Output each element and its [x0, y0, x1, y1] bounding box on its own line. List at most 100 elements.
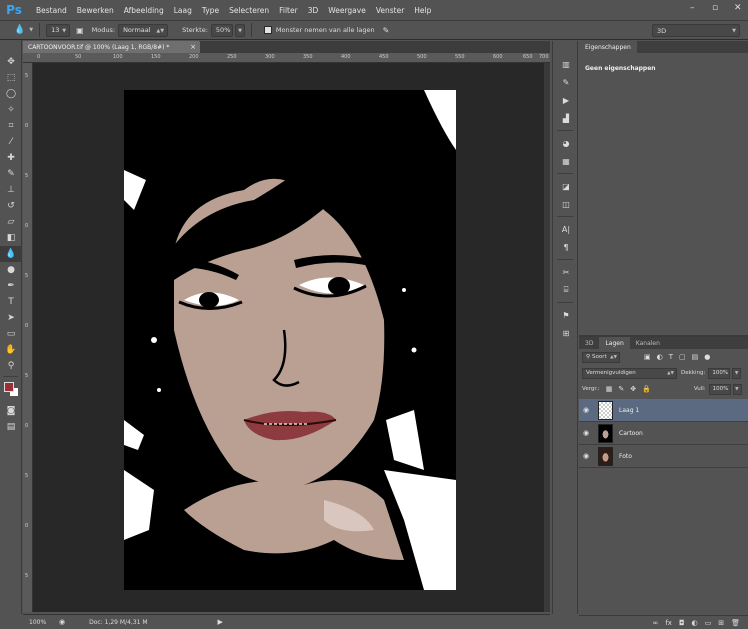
horizontal-ruler[interactable]: 0 50 100 150 200 250 300 350 400 450 500… — [23, 53, 550, 63]
blur-tool-preset-icon[interactable]: 💧 — [14, 25, 25, 35]
lasso-tool-icon[interactable]: ◯ — [0, 86, 22, 102]
actions-panel-icon[interactable]: ▶ — [553, 91, 579, 109]
opacity-slider-toggle[interactable]: ▼ — [732, 367, 742, 379]
cartoon-portrait-image[interactable] — [124, 90, 456, 590]
filter-smart-object-icon[interactable]: ▤ — [692, 353, 699, 361]
menu-selecteren[interactable]: Selecteren — [224, 6, 274, 15]
path-selection-tool-icon[interactable]: ➤ — [0, 310, 22, 326]
zoom-tool-icon[interactable]: ⚲ — [0, 358, 22, 374]
pressure-icon[interactable]: ✎ — [383, 26, 390, 35]
tool-presets-icon[interactable]: ✂ — [553, 263, 579, 281]
fill-slider-toggle[interactable]: ▼ — [732, 383, 742, 395]
brush-panel-icon[interactable]: ▣ — [76, 26, 84, 35]
lock-all-icon[interactable]: 🔒 — [642, 385, 651, 393]
history-brush-tool-icon[interactable]: ↺ — [0, 198, 22, 214]
quick-select-tool-icon[interactable]: ✧ — [0, 102, 22, 118]
eye-icon[interactable]: ◉ — [579, 429, 593, 437]
filter-type-icon[interactable]: T — [669, 353, 673, 361]
vertical-ruler[interactable]: 5 0 5 0 5 0 5 0 5 0 5 — [23, 63, 33, 612]
lock-transparency-icon[interactable]: ▦ — [606, 385, 613, 393]
character-panel-icon[interactable]: A| — [553, 220, 579, 238]
healing-brush-tool-icon[interactable]: ✚ — [0, 150, 22, 166]
vertical-scrollbar[interactable] — [544, 63, 550, 612]
filter-shape-icon[interactable]: ▢ — [679, 353, 686, 361]
menu-bestand[interactable]: Bestand — [31, 6, 72, 15]
tab-channels[interactable]: Kanalen — [630, 337, 666, 349]
histogram-panel-icon[interactable]: ▟ — [553, 109, 579, 127]
dodge-tool-icon[interactable]: ● — [0, 262, 22, 278]
quick-mask-icon[interactable]: ◙ — [0, 403, 22, 419]
swatches-panel-icon[interactable]: ▦ — [553, 152, 579, 170]
color-panel-icon[interactable]: ◕ — [553, 134, 579, 152]
menu-filter[interactable]: Filter — [274, 6, 303, 15]
strength-field[interactable]: 50% — [210, 23, 233, 37]
blur-tool-icon[interactable]: 💧 — [0, 246, 22, 262]
fill-field[interactable]: 100% — [708, 383, 731, 395]
eye-icon[interactable]: ◉ — [579, 406, 593, 414]
eraser-tool-icon[interactable]: ▱ — [0, 214, 22, 230]
crop-tool-icon[interactable]: ⌗ — [0, 118, 22, 134]
adjustments-panel-icon[interactable]: ◪ — [553, 177, 579, 195]
filter-pixel-icon[interactable]: ▣ — [644, 353, 651, 361]
new-group-icon[interactable]: ▭ — [705, 619, 712, 627]
gradient-tool-icon[interactable]: ◧ — [0, 230, 22, 246]
close-tab-icon[interactable]: × — [190, 43, 196, 51]
type-tool-icon[interactable]: T — [0, 294, 22, 310]
move-tool-icon[interactable]: ✥ — [0, 54, 22, 70]
document-tab[interactable]: CARTOONVOOR.tif @ 100% (Laag 1, RGB/8#) … — [23, 41, 200, 53]
blend-mode-dropdown[interactable]: Vermenigvuldigen ▲▼ — [582, 367, 677, 379]
marquee-tool-icon[interactable]: ⬚ — [0, 70, 22, 86]
menu-3d[interactable]: 3D — [303, 6, 324, 15]
status-menu-icon[interactable]: ◉ — [59, 618, 65, 626]
clone-stamp-tool-icon[interactable]: ⊥ — [0, 182, 22, 198]
layer-row-laag-1[interactable]: ◉ Laag 1 — [579, 399, 748, 422]
menu-afbeelding[interactable]: Afbeelding — [119, 6, 169, 15]
clone-source-icon[interactable]: ⌸ — [553, 281, 579, 299]
history-panel-icon[interactable]: ▥ — [553, 55, 579, 73]
color-swatches[interactable] — [0, 379, 22, 403]
maximize-icon[interactable]: ▫ — [712, 4, 720, 13]
lock-pixels-icon[interactable]: ✎ — [618, 385, 624, 393]
zoom-level-field[interactable]: 100% — [29, 619, 59, 626]
brushes-panel-icon[interactable]: ✎ — [553, 73, 579, 91]
delete-layer-icon[interactable]: 🗑 — [731, 619, 740, 627]
tab-properties[interactable]: Eigenschappen — [579, 41, 637, 53]
lock-position-icon[interactable]: ✥ — [630, 385, 636, 393]
brush-size-picker[interactable]: 13 ▼ — [46, 23, 71, 37]
menu-help[interactable]: Help — [409, 6, 436, 15]
menu-bewerken[interactable]: Bewerken — [72, 6, 119, 15]
paragraph-panel-icon[interactable]: ¶ — [553, 238, 579, 256]
paths-panel-icon[interactable]: ⊞ — [553, 324, 579, 342]
eyedropper-tool-icon[interactable]: ⁄ — [0, 134, 22, 150]
layer-comps-icon[interactable]: ⚑ — [553, 306, 579, 324]
filter-adjustment-icon[interactable]: ◐ — [657, 353, 663, 361]
styles-panel-icon[interactable]: ◫ — [553, 195, 579, 213]
foreground-color-swatch[interactable] — [4, 382, 14, 392]
sample-all-layers-checkbox[interactable] — [263, 26, 272, 34]
adjustment-layer-icon[interactable]: ◐ — [692, 619, 698, 627]
layer-filter-dropdown[interactable]: ⚲ Soort ▲▼ — [582, 351, 620, 363]
menu-laag[interactable]: Laag — [169, 6, 197, 15]
layer-row-foto[interactable]: ◉ Foto — [579, 445, 748, 468]
pen-tool-icon[interactable]: ✒ — [0, 278, 22, 294]
close-icon[interactable]: ✕ — [734, 4, 742, 13]
menu-type[interactable]: Type — [197, 6, 224, 15]
workspace-dropdown[interactable]: 3D ▼ — [652, 24, 740, 37]
status-arrow-icon[interactable]: ▶ — [218, 618, 223, 626]
minimize-icon[interactable]: – — [690, 4, 698, 13]
filter-toggle-icon[interactable]: ● — [704, 353, 710, 361]
menu-venster[interactable]: Venster — [371, 6, 409, 15]
opacity-field[interactable]: 100% — [708, 367, 731, 379]
eye-icon[interactable]: ◉ — [579, 452, 593, 460]
hand-tool-icon[interactable]: ✋ — [0, 342, 22, 358]
rectangle-tool-icon[interactable]: ▭ — [0, 326, 22, 342]
menu-weergave[interactable]: Weergave — [323, 6, 371, 15]
screen-mode-icon[interactable]: ▤ — [0, 419, 22, 435]
mode-dropdown[interactable]: Normaal ▲▼ — [118, 23, 169, 37]
new-layer-icon[interactable]: ⊞ — [718, 619, 724, 627]
preset-caret-icon[interactable]: ▼ — [29, 27, 33, 33]
add-mask-icon[interactable]: ◘ — [679, 619, 685, 627]
tab-layers[interactable]: Lagen — [599, 337, 630, 349]
layer-row-cartoon[interactable]: ◉ Cartoon — [579, 422, 748, 445]
link-layers-icon[interactable]: ∞ — [653, 619, 659, 627]
